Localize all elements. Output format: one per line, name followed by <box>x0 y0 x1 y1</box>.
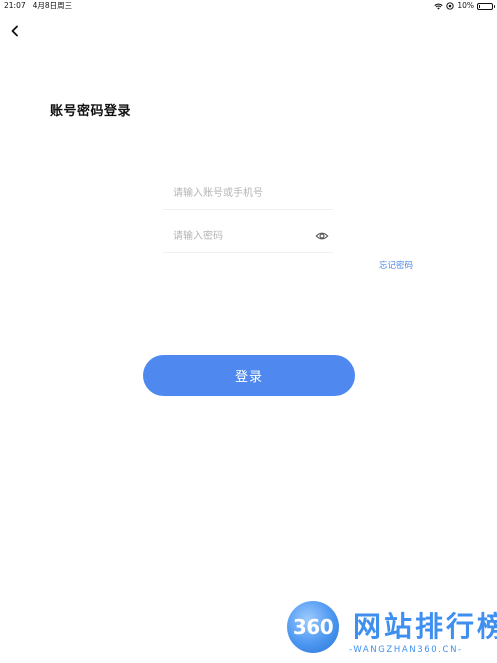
chevron-left-icon <box>11 25 18 37</box>
status-bar: 21:07 4月8日周三 10% <box>0 0 497 12</box>
page-title: 账号密码登录 <box>50 104 132 119</box>
watermark-title: 网站排行榜 <box>353 610 497 643</box>
status-right: 10% <box>434 0 495 12</box>
account-field <box>163 176 333 210</box>
password-field <box>163 219 333 253</box>
wifi-icon <box>434 3 443 10</box>
location-icon <box>446 2 455 10</box>
back-button[interactable] <box>6 22 24 40</box>
watermark-badge: 360 <box>287 601 339 653</box>
account-input[interactable] <box>173 176 313 210</box>
battery-icon <box>477 2 495 10</box>
watermark-logo: 360 网站排行榜 -WANGZHAN360.CN- <box>285 601 497 661</box>
watermark-subtitle: -WANGZHAN360.CN- <box>349 645 463 655</box>
status-time: 21:07 <box>4 1 26 10</box>
eye-icon[interactable] <box>315 229 329 243</box>
status-left: 21:07 4月8日周三 <box>4 0 72 12</box>
status-date: 4月8日周三 <box>32 1 73 10</box>
watermark-number: 360 <box>292 615 334 639</box>
battery-percent: 10% <box>457 1 474 10</box>
login-screen: 21:07 4月8日周三 10% 账号密码登录 请输入账号或手机号 忘记密码 登… <box>0 0 497 663</box>
login-button[interactable]: 登录 <box>143 355 355 396</box>
forgot-password-link[interactable]: 忘记密码 <box>379 259 413 271</box>
password-input[interactable] <box>173 219 313 253</box>
battery-level <box>479 4 480 8</box>
